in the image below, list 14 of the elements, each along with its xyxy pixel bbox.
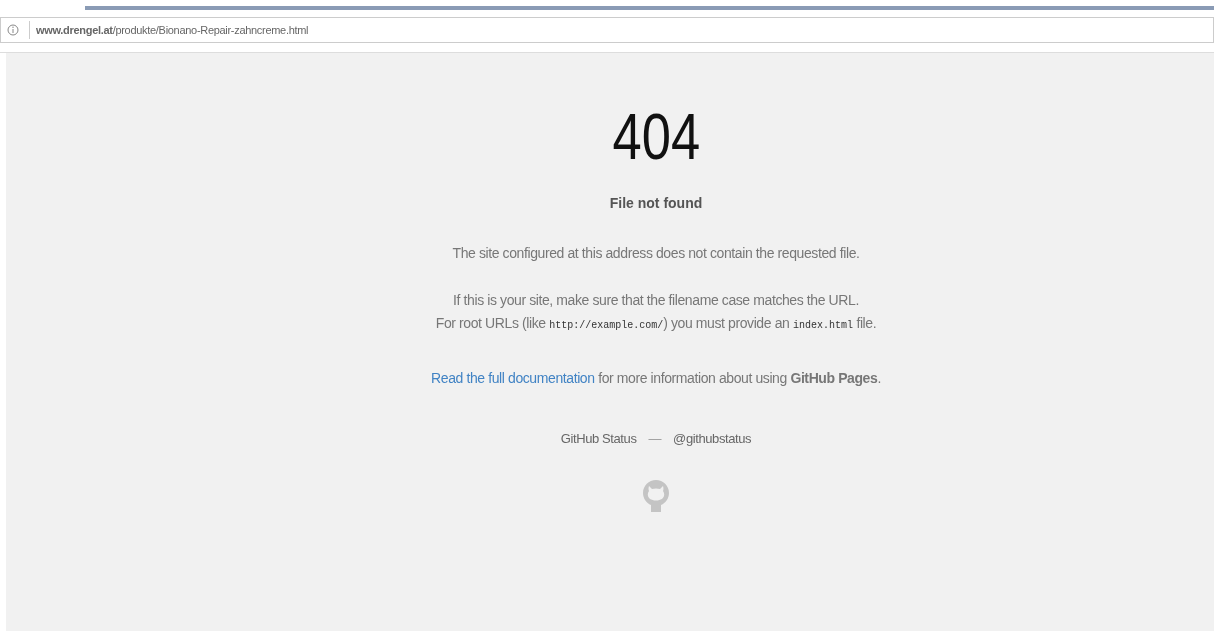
status-link[interactable]: GitHub Status [560, 429, 637, 449]
documentation-link[interactable]: Read the full documentation [431, 370, 595, 386]
hint-text: For root URLs (like http://example.com/) you must provide an index.html file. [435, 314, 877, 333]
twitter-link[interactable]: @githubstatus [673, 429, 752, 449]
error-title: File not found [609, 194, 703, 213]
error-message: The site configured at this address does not contain the requested file. [452, 244, 860, 263]
documentation-text: Read the full documentation for more information about using GitHub Pages. [431, 369, 881, 388]
error-code: 404 [612, 101, 700, 173]
separator: — [648, 430, 662, 448]
octocat-icon[interactable] [642, 478, 670, 513]
address-bar[interactable]: www.drengel.at/produkte/Bionano-Repair-zahncreme.html [0, 17, 1214, 43]
url-text[interactable]: www.drengel.at/produkte/Bionano-Repair-zahncreme.html [36, 21, 309, 39]
hint-text: If this is your site, make sure that the filename case matches the URL. [453, 291, 859, 310]
info-icon[interactable] [7, 24, 19, 36]
